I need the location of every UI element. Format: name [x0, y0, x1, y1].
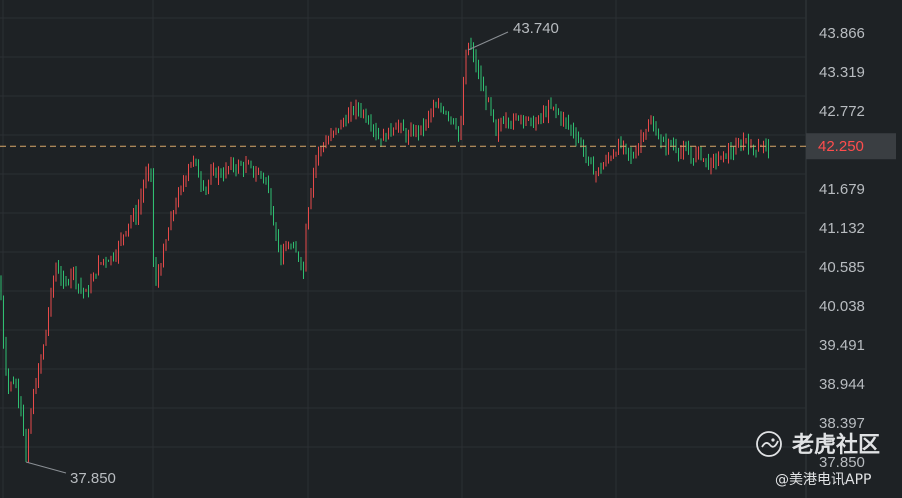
y-tick-label: 42.772	[819, 103, 865, 120]
low-label: 37.850	[70, 470, 116, 487]
y-tick-label: 43.319	[819, 64, 865, 81]
low-leader-line	[25, 461, 67, 474]
grid	[0, 0, 807, 498]
candlestick-chart: 43.86643.31942.77242.22541.67941.13240.5…	[0, 0, 896, 498]
current-price-tag: 42.250	[806, 133, 896, 160]
watermark-source: @美港电讯APP	[775, 472, 871, 488]
y-tick-label: 38.944	[819, 376, 865, 393]
y-tick-label: 40.585	[819, 259, 865, 276]
high-annotation: 43.740	[467, 20, 559, 51]
y-tick-label: 39.491	[819, 337, 865, 354]
candles	[0, 37, 769, 463]
watermark-brand: 老虎社区	[791, 432, 880, 458]
high-label: 43.740	[513, 20, 559, 37]
low-annotation: 37.850	[25, 461, 116, 487]
y-tick-label: 41.679	[819, 181, 865, 198]
y-tick-label: 40.038	[819, 298, 865, 315]
y-axis: 43.86643.31942.77242.22541.67941.13240.5…	[819, 25, 865, 471]
y-tick-label: 43.866	[819, 25, 865, 42]
tiger-logo-icon	[756, 431, 782, 457]
y-tick-label: 38.397	[819, 415, 865, 432]
y-tick-label: 41.132	[819, 220, 865, 237]
current-price-label: 42.250	[818, 138, 864, 155]
high-leader-line	[467, 31, 509, 51]
